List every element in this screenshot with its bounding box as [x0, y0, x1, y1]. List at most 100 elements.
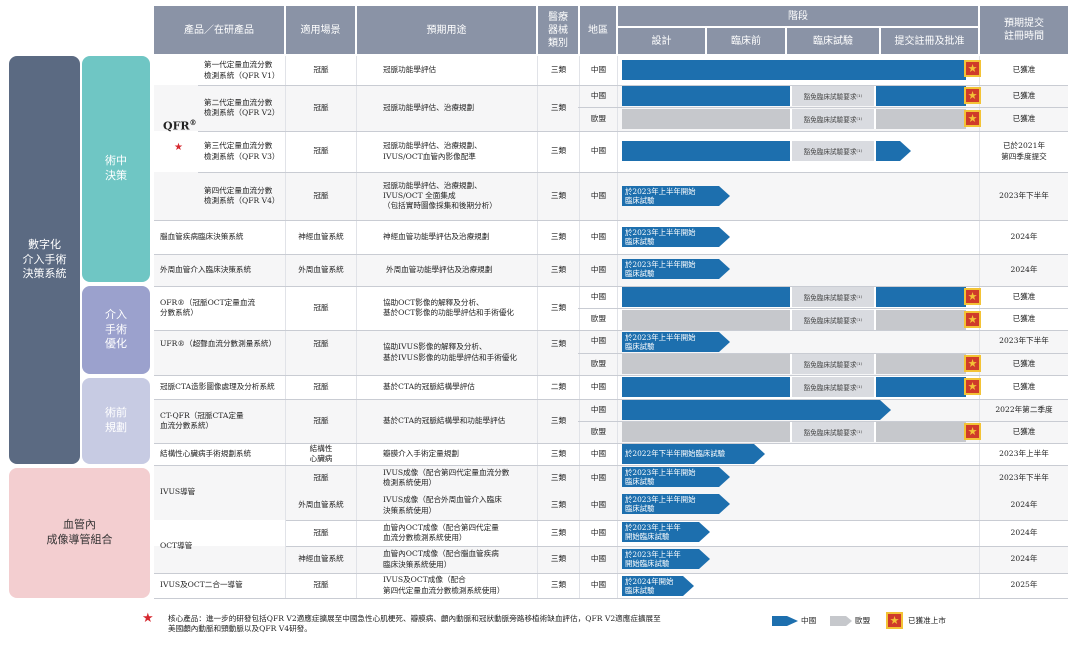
expected-qfr-v2-cn: 已獲准 — [1012, 90, 1036, 100]
expected-ofr-cn: 已獲准 — [1012, 291, 1036, 301]
scenario-neuro: 神經血管系統 — [298, 231, 344, 241]
exempt-note: 豁免臨床試驗要求⁽¹⁾ — [790, 86, 876, 106]
header-use: 預期用途 — [357, 6, 536, 54]
expected-ivus-coronary: 2023年下半年 — [999, 472, 1049, 482]
region-eu: 歐盟 — [590, 358, 607, 368]
region-cn: 中國 — [590, 580, 607, 590]
product-peripheral: 外周血管介入臨床決策系統 — [160, 264, 252, 274]
class-qfr-v4: 三類 — [550, 190, 567, 200]
legend-approved-label: 已獲准上市 — [908, 615, 946, 625]
scenario-coronary: 冠脈 — [313, 302, 329, 312]
expected-structural: 2023年上半年 — [999, 448, 1049, 458]
exempt-note: 豁免臨床試驗要求⁽¹⁾ — [790, 377, 876, 397]
region-eu: 歐盟 — [590, 426, 607, 436]
region-cn: 中國 — [590, 231, 607, 241]
approved-flag-icon: ★ — [964, 288, 981, 305]
use-combo: IVUS及OCT成像（配合 第四代定量血流分數檢測系統使用） — [383, 575, 505, 595]
progress-bar-label: 於2023年上半年開始 臨床試驗 — [625, 259, 696, 278]
progress-bar-label: 於2022年下半年開始臨床試驗 — [625, 449, 726, 459]
use-ofr: 協助OCT影像的解釋及分析、 基於OCT影像的功能學評估和手術優化 — [383, 297, 515, 317]
progress-bar-label: 於2023年上半年開始 臨床試驗 — [625, 332, 696, 351]
class-ofr: 三類 — [550, 302, 567, 312]
use-oct-neuro: 血管內OCT成像（配合腦血管疾病 臨床決策系統使用） — [383, 549, 499, 569]
legend-eu-swatch — [830, 616, 852, 626]
expected-oct-neuro: 2024年 — [1010, 554, 1038, 564]
class-ufr: 三類 — [550, 338, 567, 348]
use-qfr-v3: 冠脈功能學評估、治療規劃、 IVUS/OCT血管內影像配準 — [383, 141, 482, 161]
progress-bar-label: 於2024年開始 臨床試驗 — [625, 576, 674, 595]
exempt-note: 豁免臨床試驗要求⁽¹⁾ — [790, 310, 876, 330]
approved-flag-icon: ★ — [964, 378, 981, 395]
header-stage-design: 設計 — [618, 28, 705, 54]
approved-flag-icon: ★ — [964, 355, 981, 372]
header-stage-submission: 提交註冊及批准 — [881, 28, 978, 54]
progress-bar-china — [622, 400, 891, 420]
scenario-coronary: 冠脈 — [313, 527, 329, 537]
expected-combo: 2025年 — [1010, 580, 1038, 590]
header-stage-clinical: 臨床試驗 — [787, 28, 879, 54]
product-combo: IVUS及OCT二合一導管 — [160, 580, 243, 590]
expected-qfr-v3: 已於2021年 第四季度提交 — [1001, 141, 1047, 161]
class-brain: 三類 — [550, 231, 567, 241]
exempt-note: 豁免臨床試驗要求⁽¹⁾ — [790, 287, 876, 307]
scenario-coronary: 冠脈 — [313, 146, 329, 156]
class-peripheral: 三類 — [550, 264, 567, 274]
expected-ctqfr-cn: 2022年第二季度 — [995, 404, 1053, 414]
qfr-reg-mark: ® — [189, 118, 197, 127]
expected-peripheral: 2024年 — [1010, 264, 1038, 274]
product-qfr-v1: 第一代定量血流分數 檢測系統（QFR V1） — [204, 60, 280, 80]
progress-bar-label: 於2023年上半年開始 臨床試驗 — [625, 186, 696, 205]
region-cn: 中國 — [590, 90, 607, 100]
product-ivus: IVUS導管 — [160, 487, 196, 497]
class-ctqfr: 三類 — [550, 415, 567, 425]
expected-ofr-eu: 已獲准 — [1012, 313, 1036, 323]
expected-cta: 已獲准 — [1012, 381, 1036, 391]
scenario-coronary: 冠脈 — [313, 190, 329, 200]
product-qfr-v3: 第三代定量血流分數 檢測系統（QFR V3） — [204, 141, 280, 161]
product-ufr: UFR®（超聲血流分數測量系統） — [160, 338, 277, 348]
class-qfr-v2: 三類 — [550, 102, 567, 112]
approved-flag-icon: ★ — [964, 110, 981, 127]
expected-ctqfr-eu: 已獲准 — [1012, 426, 1036, 436]
region-cn: 中國 — [590, 65, 607, 75]
expected-oct-coronary: 2024年 — [1010, 527, 1038, 537]
legend-china-swatch — [772, 616, 798, 626]
exempt-note: 豁免臨床試驗要求⁽¹⁾ — [790, 354, 876, 374]
region-cn: 中國 — [590, 190, 607, 200]
scenario-peripheral: 外周血管系統 — [298, 264, 344, 274]
use-structural: 瓣膜介入手術定量規劃 — [383, 448, 459, 458]
header-region: 地區 — [580, 6, 616, 54]
region-cn: 中國 — [590, 264, 607, 274]
header-product: 產品／在研產品 — [154, 6, 284, 54]
product-ofr: OFR®（冠脈OCT定量血流 分數系統） — [160, 297, 256, 317]
use-brain: 神經血管功能學評估及治療規劃 — [383, 231, 490, 241]
class-combo: 三類 — [550, 580, 567, 590]
progress-bar-label: 於2023年上半年 開始臨床試驗 — [625, 549, 681, 568]
use-qfr-v4: 冠脈功能學評估、治療規劃、 IVUS/OCT 全面集成 （包括實時圖像採集和後期… — [383, 180, 497, 211]
progress-bar-label: 於2023年上半年開始 臨床試驗 — [625, 227, 696, 246]
expected-qfr-v4: 2023年下半年 — [999, 190, 1049, 200]
region-eu: 歐盟 — [590, 113, 607, 123]
use-ivus-coronary: IVUS成像（配合第四代定量血流分數 檢測系統使用） — [383, 467, 510, 487]
region-cn: 中國 — [590, 500, 607, 510]
use-peripheral: 外周血管功能學評估及治療規劃 — [386, 264, 493, 274]
legend-approved-flag-icon: ★ — [886, 612, 903, 629]
progress-bar-china — [622, 60, 966, 80]
region-cn: 中國 — [590, 381, 607, 391]
category-intra-op: 術中 決策 — [82, 56, 150, 282]
region-cn: 中國 — [590, 336, 607, 346]
category-pre-op: 術前 規劃 — [82, 378, 150, 464]
category-interventional: 介入 手術 優化 — [82, 286, 150, 374]
exempt-note: 豁免臨床試驗要求⁽¹⁾ — [790, 109, 876, 129]
region-cn: 中國 — [590, 527, 607, 537]
header-scenario: 適用場景 — [286, 6, 355, 54]
approved-flag-icon: ★ — [964, 423, 981, 440]
header-stage: 階段 — [618, 6, 978, 26]
use-qfr-v1: 冠脈功能學評估 — [383, 65, 437, 75]
product-structural: 結構性心臟病手術規劃系統 — [160, 448, 252, 458]
progress-bar-label: 於2023年上半年開始 臨床試驗 — [625, 467, 696, 486]
region-cn: 中國 — [590, 554, 607, 564]
footnote-star-icon: ★ — [142, 611, 154, 626]
region-cn: 中國 — [590, 404, 607, 414]
region-eu: 歐盟 — [590, 313, 607, 323]
